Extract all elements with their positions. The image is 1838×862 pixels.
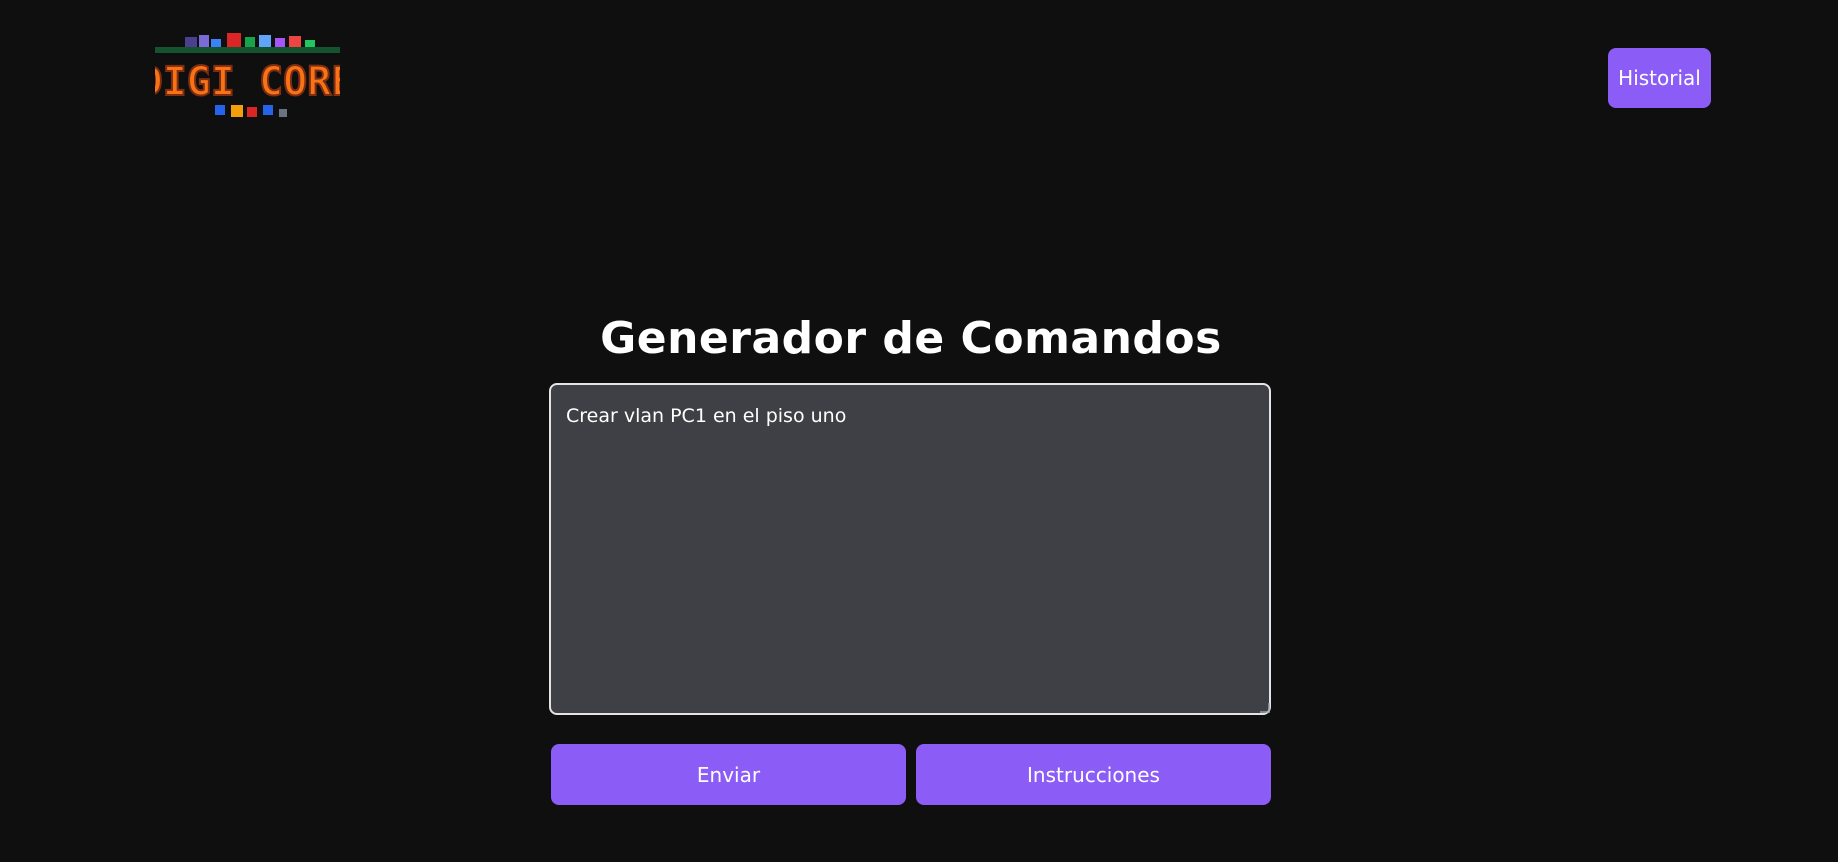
logo-text: DIGI CORE [155, 59, 340, 105]
page: DIGI CORE Historial Generador de Comando… [0, 0, 1838, 862]
page-title: Generador de Comandos [600, 313, 1222, 364]
send-button[interactable]: Enviar [551, 744, 906, 805]
textarea-resize-handle[interactable] [1260, 703, 1270, 713]
logo-image: DIGI CORE [155, 33, 340, 117]
instructions-button[interactable]: Instrucciones [916, 744, 1271, 805]
digi-core-logo: DIGI CORE [155, 33, 340, 127]
history-button[interactable]: Historial [1608, 48, 1711, 108]
command-prompt-input[interactable]: Crear vlan PC1 en el piso uno [549, 383, 1271, 715]
